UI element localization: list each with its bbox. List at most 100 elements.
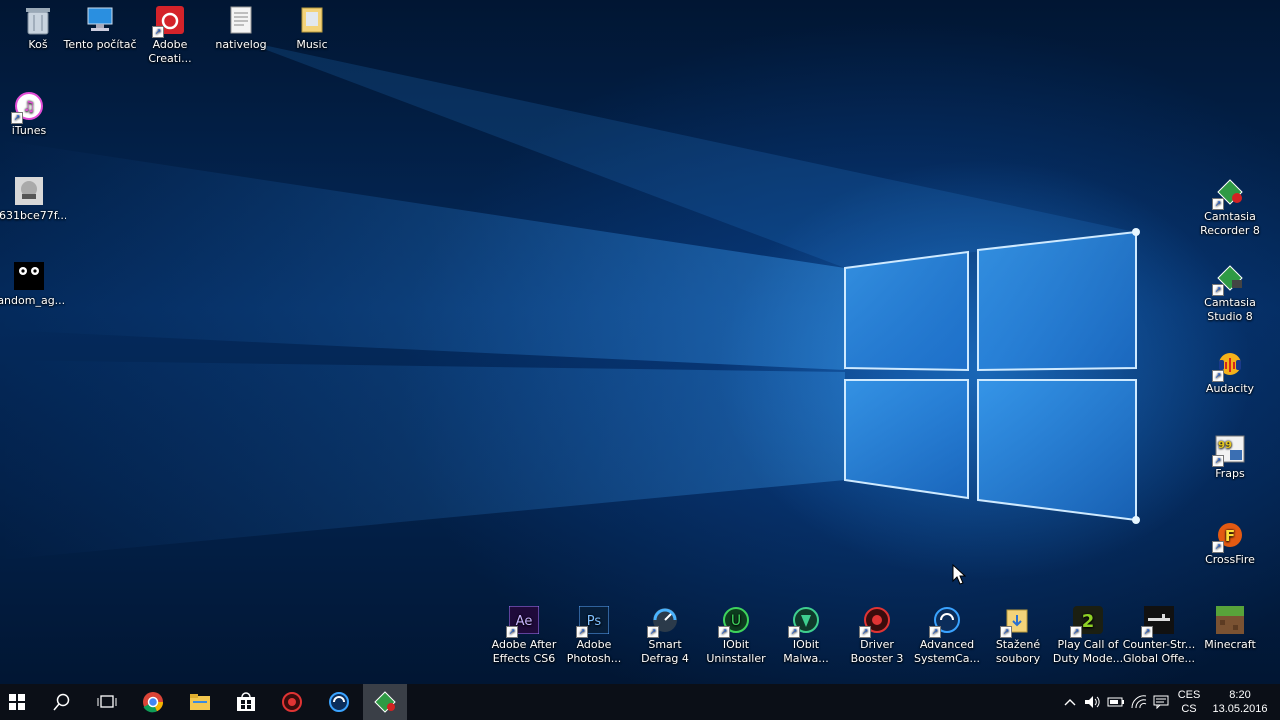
shortcut-arrow-icon: ↗ [576,626,588,638]
taskbar-app-driver-booster[interactable] [270,684,314,720]
advanced-systemcare-icon: ↗ [929,604,963,638]
taskbar-app-camtasia-recorder[interactable] [363,684,407,720]
wifi-icon [1131,695,1147,709]
desktop-icon-label: Play Call of Duty Mode... [1052,638,1124,665]
desktop-icon-label: Advanced SystemCa... [914,638,980,665]
shortcut-arrow-icon: ↗ [859,626,871,638]
minecraft-icon [1214,604,1246,636]
desktop-icon-label: Adobe Photosh... [566,638,622,665]
desktop-icon-iobit-uninstaller[interactable]: U ↗ IObit Uninstaller [698,602,774,682]
folder-icon [296,4,328,36]
desktop-icon-play-cod[interactable]: 2 ↗ Play Call of Duty Mode... [1050,602,1126,682]
folder-icon [190,694,210,710]
desktop-icon-adobe-creative-cloud[interactable]: ↗ Adobe Creati... [132,2,208,82]
desktop-icon-camtasia-studio[interactable]: ↗ Camtasia Studio 8 [1192,260,1268,340]
clock-time: 8:20 [1229,689,1251,701]
computer-icon [84,4,116,36]
desktop-icon-crossfire[interactable]: F ↗ CrossFire [1192,517,1268,597]
desktop-icon-label: nativelog [215,38,267,51]
desktop-icon-image-file[interactable]: 5631bce77f... [0,173,67,253]
keyboard-layout-code: CS [1181,703,1197,715]
taskbar-app-advanced-systemcare[interactable] [317,684,361,720]
audacity-icon: ↗ [1212,348,1246,382]
desktop-icon-label: Counter-Str... Global Offe... [1122,638,1196,665]
network-button[interactable] [1128,684,1150,720]
camtasia-recorder-icon [374,691,396,713]
text-document-icon [225,4,257,36]
volume-icon [1085,696,1100,708]
recycle-bin-icon [22,4,54,36]
taskbar-app-chrome[interactable] [131,684,175,720]
svg-text:F: F [1225,527,1235,545]
shortcut-arrow-icon: ↗ [152,26,164,38]
search-button[interactable] [40,684,84,720]
shortcut-arrow-icon: ↗ [1212,284,1224,296]
desktop-icon-label: IObit Malwa... [783,638,829,665]
action-center-button[interactable] [1150,684,1172,720]
desktop-icon-label: Minecraft [1204,638,1256,651]
shortcut-arrow-icon: ↗ [1141,626,1153,638]
svg-text:U: U [731,613,741,629]
itunes-icon: ♫ ↗ [11,90,45,124]
clock-date: 13.05.2016 [1212,703,1268,715]
desktop-icon-nativelog[interactable]: nativelog [203,2,279,82]
search-icon [53,693,70,711]
notification-icon [1153,695,1169,709]
svg-text:Ps: Ps [587,614,602,629]
desktop-wallpaper: Koš Tento počítač ↗ Adobe Creati... nati… [0,0,1280,684]
taskbar-app-file-explorer[interactable] [178,684,222,720]
driver-booster-icon: ↗ [859,604,893,638]
shortcut-arrow-icon: ↗ [506,626,518,638]
driver-booster-icon [282,692,302,712]
counter-strike-icon: ↗ [1141,604,1175,638]
shortcut-arrow-icon: ↗ [11,112,23,124]
store-icon [237,692,255,711]
desktop-icon-label: Camtasia Recorder 8 [1200,210,1260,237]
desktop-icon-label: Camtasia Studio 8 [1204,296,1256,323]
fraps-icon: 99 ↗ [1212,433,1246,467]
shortcut-arrow-icon: ↗ [1212,198,1224,210]
desktop-icon-random-ag[interactable]: random_ag... [0,258,67,338]
desktop-icon-itunes[interactable]: ♫ ↗ iTunes [0,88,67,168]
desktop-icon-label: Smart Defrag 4 [641,638,689,665]
input-language-indicator[interactable]: CES CS [1174,684,1204,720]
desktop-icon-iobit-malware[interactable]: ↗ IObit Malwa... [768,602,844,682]
shortcut-arrow-icon: ↗ [718,626,730,638]
desktop-icon-photoshop[interactable]: Ps ↗ Adobe Photosh... [556,602,632,682]
desktop-icon-music-folder[interactable]: Music [274,2,350,82]
windows-logo-wallpaper [0,40,1140,560]
svg-text:99: 99 [1218,440,1232,451]
mouse-cursor-icon [952,564,966,585]
desktop-icon-label: Driver Booster 3 [850,638,904,665]
desktop-icon-advanced-systemcare[interactable]: ↗ Advanced SystemCa... [909,602,985,682]
start-button[interactable] [0,684,39,720]
folder-download-icon: ↗ [1000,604,1034,638]
camtasia-studio-icon: ↗ [1212,262,1246,296]
task-view-button[interactable] [85,684,129,720]
volume-button[interactable] [1082,684,1104,720]
desktop-icon-stazene-soubory[interactable]: ↗ Stažené soubory [980,602,1056,682]
desktop-icon-driver-booster[interactable]: ↗ Driver Booster 3 [839,602,915,682]
shortcut-arrow-icon: ↗ [788,626,800,638]
desktop-icon-camtasia-recorder[interactable]: ↗ Camtasia Recorder 8 [1192,174,1268,254]
show-desktop-button[interactable] [1274,684,1280,720]
clock[interactable]: 8:20 13.05.2016 [1208,684,1272,720]
shortcut-arrow-icon: ↗ [1000,626,1012,638]
battery-button[interactable] [1105,684,1127,720]
desktop-icon-minecraft[interactable]: Minecraft [1192,602,1268,682]
desktop-icon-label: random_ag... [0,294,66,307]
svg-text:Ae: Ae [516,614,533,629]
desktop-icon-label: Stažené soubory [995,638,1041,665]
shortcut-arrow-icon: ↗ [1212,541,1224,553]
shortcut-arrow-icon: ↗ [929,626,941,638]
show-hidden-icons-button[interactable] [1060,684,1080,720]
desktop-icon-smart-defrag[interactable]: ↗ Smart Defrag 4 [627,602,703,682]
desktop-icon-this-pc[interactable]: Tento počítač [62,2,138,82]
desktop-icon-fraps[interactable]: 99 ↗ Fraps [1192,431,1268,511]
desktop-icon-counter-strike[interactable]: ↗ Counter-Str... Global Offe... [1121,602,1197,682]
iobit-malware-fighter-icon: ↗ [788,604,822,638]
desktop-icon-label: IObit Uninstaller [706,638,766,665]
desktop-icon-after-effects[interactable]: Ae ↗ Adobe After Effects CS6 [486,602,562,682]
taskbar-app-store[interactable] [224,684,268,720]
desktop-icon-audacity[interactable]: ↗ Audacity [1192,346,1268,426]
